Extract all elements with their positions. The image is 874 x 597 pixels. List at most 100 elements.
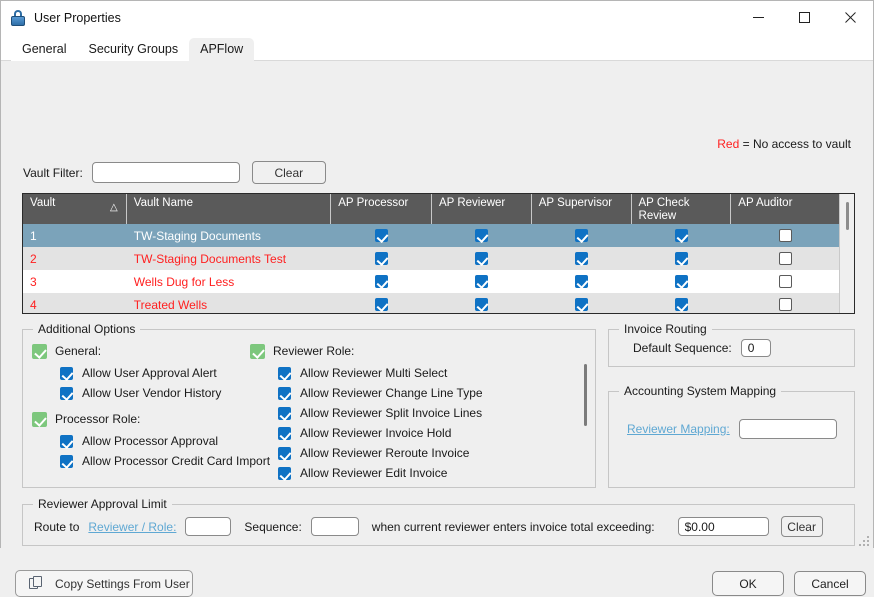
- checked-checkbox-icon[interactable]: [60, 366, 73, 380]
- column-header-vault-name[interactable]: Vault Name: [127, 194, 332, 224]
- cell-ap-reviewer-checkbox[interactable]: [432, 293, 532, 313]
- option-row[interactable]: Allow Processor Approval: [60, 431, 270, 451]
- cell-ap-auditor-checkbox[interactable]: [731, 247, 840, 270]
- checked-checkbox-icon[interactable]: [278, 386, 291, 400]
- option-row[interactable]: Allow Reviewer Change Line Type: [278, 383, 483, 403]
- cell-ap-reviewer-checkbox[interactable]: [432, 224, 532, 247]
- option-row[interactable]: Allow Reviewer Multi Select: [278, 363, 483, 383]
- table-row[interactable]: 3 Wells Dug for Less: [23, 270, 840, 293]
- checked-checkbox-icon[interactable]: [250, 343, 265, 359]
- tab-security-groups[interactable]: Security Groups: [77, 38, 190, 61]
- checked-checkbox-icon[interactable]: [278, 426, 291, 440]
- copy-settings-from-user-button[interactable]: Copy Settings From User: [15, 570, 193, 597]
- default-sequence-input[interactable]: [740, 339, 771, 357]
- checked-checkbox-icon[interactable]: [32, 411, 47, 427]
- checked-checkbox-icon[interactable]: [375, 275, 389, 288]
- tab-general[interactable]: General: [11, 38, 78, 61]
- cell-ap-reviewer-checkbox[interactable]: [432, 270, 532, 293]
- cell-ap-auditor-checkbox[interactable]: [731, 293, 840, 313]
- option-row[interactable]: Allow Reviewer Split Invoice Lines: [278, 403, 483, 423]
- table-row[interactable]: 4 Treated Wells: [23, 293, 840, 313]
- checked-checkbox-icon[interactable]: [674, 229, 688, 242]
- reviewer-role-link[interactable]: Reviewer / Role:: [88, 520, 176, 534]
- cell-ap-supervisor-checkbox[interactable]: [532, 247, 632, 270]
- option-row[interactable]: Allow Processor Credit Card Import: [60, 451, 270, 471]
- reviewer-mapping-input[interactable]: [738, 419, 837, 439]
- column-header-ap-processor[interactable]: AP Processor: [331, 194, 432, 224]
- cell-ap-check-review-checkbox[interactable]: [632, 224, 732, 247]
- cancel-button[interactable]: Cancel: [794, 571, 866, 596]
- option-row[interactable]: Allow User Vendor History: [60, 383, 270, 403]
- checked-checkbox-icon[interactable]: [575, 298, 589, 311]
- checked-checkbox-icon[interactable]: [278, 366, 291, 380]
- cell-ap-processor-checkbox[interactable]: [331, 270, 432, 293]
- unchecked-checkbox-icon[interactable]: [779, 298, 793, 311]
- column-header-vault[interactable]: Vault △: [23, 194, 127, 224]
- checked-checkbox-icon[interactable]: [575, 252, 589, 265]
- cell-ap-processor-checkbox[interactable]: [331, 224, 432, 247]
- additional-options-scrollbar[interactable]: [582, 339, 590, 480]
- checked-checkbox-icon[interactable]: [674, 252, 688, 265]
- cell-ap-check-review-checkbox[interactable]: [632, 247, 732, 270]
- reviewer-mapping-link[interactable]: Reviewer Mapping:: [627, 422, 730, 436]
- approval-limit-sequence-input[interactable]: [310, 517, 359, 536]
- checked-checkbox-icon[interactable]: [278, 406, 291, 420]
- vault-grid-scrollbar[interactable]: [839, 194, 854, 313]
- unchecked-checkbox-icon[interactable]: [779, 229, 793, 242]
- column-header-ap-supervisor[interactable]: AP Supervisor: [532, 194, 632, 224]
- option-label: Allow Reviewer Invoice Hold: [300, 426, 452, 440]
- column-header-ap-auditor[interactable]: AP Auditor: [731, 194, 840, 224]
- ok-button[interactable]: OK: [712, 571, 784, 596]
- minimize-button[interactable]: [735, 1, 781, 34]
- tab-apflow[interactable]: APFlow: [189, 38, 255, 61]
- option-row[interactable]: Allow User Approval Alert: [60, 363, 270, 383]
- approval-limit-amount-input[interactable]: [677, 517, 769, 536]
- option-row[interactable]: Allow Reviewer Reroute Invoice: [278, 443, 483, 463]
- cell-ap-auditor-checkbox[interactable]: [731, 224, 840, 247]
- cell-ap-check-review-checkbox[interactable]: [632, 293, 732, 313]
- checked-checkbox-icon[interactable]: [375, 252, 389, 265]
- unchecked-checkbox-icon[interactable]: [779, 252, 793, 265]
- checked-checkbox-icon[interactable]: [674, 298, 688, 311]
- table-row[interactable]: 2 TW-Staging Documents Test: [23, 247, 840, 270]
- checked-checkbox-icon[interactable]: [60, 386, 73, 400]
- resize-grip[interactable]: [859, 536, 869, 546]
- checked-checkbox-icon[interactable]: [278, 466, 291, 480]
- vault-filter-clear-button[interactable]: Clear: [251, 161, 326, 184]
- option-row[interactable]: Allow Reviewer Edit Invoice: [278, 463, 483, 483]
- close-button[interactable]: [827, 1, 873, 34]
- checked-checkbox-icon[interactable]: [575, 229, 589, 242]
- cell-ap-auditor-checkbox[interactable]: [731, 270, 840, 293]
- column-header-ap-reviewer[interactable]: AP Reviewer: [432, 194, 532, 224]
- option-row[interactable]: Processor Role:: [32, 409, 270, 429]
- option-row[interactable]: General:: [32, 341, 270, 361]
- checked-checkbox-icon[interactable]: [375, 298, 389, 311]
- checked-checkbox-icon[interactable]: [475, 252, 489, 265]
- checked-checkbox-icon[interactable]: [475, 275, 489, 288]
- checked-checkbox-icon[interactable]: [278, 446, 291, 460]
- checked-checkbox-icon[interactable]: [60, 434, 73, 448]
- checked-checkbox-icon[interactable]: [475, 229, 489, 242]
- cell-ap-supervisor-checkbox[interactable]: [532, 270, 632, 293]
- checked-checkbox-icon[interactable]: [475, 298, 489, 311]
- cell-ap-supervisor-checkbox[interactable]: [532, 293, 632, 313]
- cell-ap-processor-checkbox[interactable]: [331, 293, 432, 313]
- checked-checkbox-icon[interactable]: [575, 275, 589, 288]
- checked-checkbox-icon[interactable]: [375, 229, 389, 242]
- approval-limit-clear-button[interactable]: Clear: [780, 516, 823, 537]
- option-row[interactable]: Allow Reviewer Invoice Hold: [278, 423, 483, 443]
- table-row[interactable]: 1 TW-Staging Documents: [23, 224, 840, 247]
- column-header-ap-check-review[interactable]: AP Check Review: [632, 194, 732, 224]
- checked-checkbox-icon[interactable]: [32, 343, 47, 359]
- checked-checkbox-icon[interactable]: [60, 454, 73, 468]
- cell-ap-check-review-checkbox[interactable]: [632, 270, 732, 293]
- option-row[interactable]: Reviewer Role:: [250, 341, 483, 361]
- vault-filter-input[interactable]: [91, 162, 240, 183]
- reviewer-role-input[interactable]: [185, 517, 232, 536]
- cell-ap-reviewer-checkbox[interactable]: [432, 247, 532, 270]
- cell-ap-supervisor-checkbox[interactable]: [532, 224, 632, 247]
- maximize-button[interactable]: [781, 1, 827, 34]
- cell-ap-processor-checkbox[interactable]: [331, 247, 432, 270]
- unchecked-checkbox-icon[interactable]: [779, 275, 793, 288]
- checked-checkbox-icon[interactable]: [674, 275, 688, 288]
